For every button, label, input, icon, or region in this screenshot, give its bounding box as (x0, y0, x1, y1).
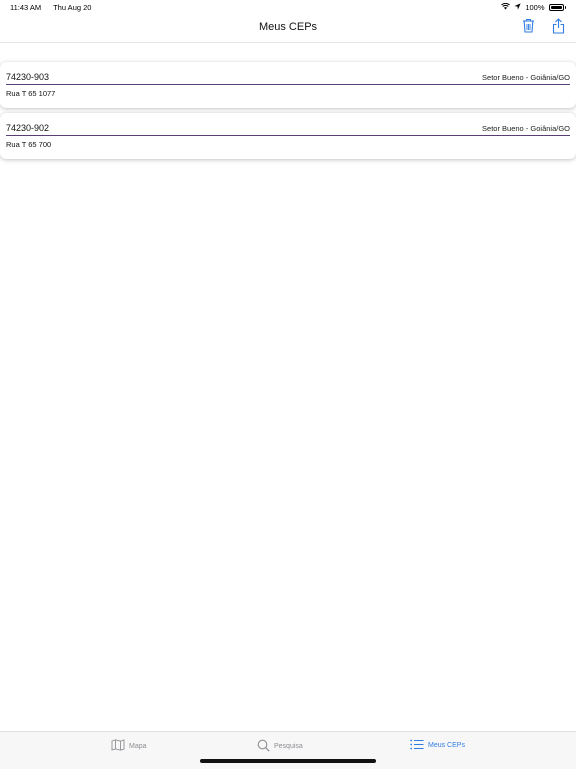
home-indicator (200, 759, 376, 763)
list-icon (410, 739, 424, 752)
cep-card[interactable]: 74230-902 Setor Bueno - Goiânia/GO Rua T… (0, 113, 576, 159)
card-divider (6, 84, 570, 85)
cep-code: 74230-902 (6, 123, 50, 133)
trash-icon (522, 18, 535, 38)
cep-street: Rua T 65 1077 (6, 89, 56, 98)
cep-region: Setor Bueno - Goiânia/GO (482, 73, 570, 82)
cep-card[interactable]: 74230-903 Setor Bueno - Goiânia/GO Rua T… (0, 62, 576, 108)
cep-street: Rua T 65 700 (6, 140, 52, 149)
cep-list: 74230-903 Setor Bueno - Goiânia/GO Rua T… (0, 62, 576, 164)
tab-label: Meus CEPs (428, 742, 465, 749)
tab-pesquisa[interactable]: Pesquisa (257, 739, 303, 754)
map-icon (111, 739, 125, 753)
tab-label: Mapa (129, 742, 147, 750)
share-button[interactable] (549, 17, 567, 39)
wifi-icon (501, 2, 511, 12)
battery-icon (548, 4, 566, 11)
page-title: Meus CEPs (258, 21, 318, 33)
search-icon (257, 739, 270, 754)
status-date: Thu Aug 20 (53, 3, 92, 12)
tab-label: Pesquisa (274, 743, 303, 750)
battery-percent: 100% (525, 3, 545, 12)
tab-bar: Mapa Pesquisa Meus CEPs (0, 731, 576, 769)
status-left: 11:43 AM Thu Aug 20 (10, 3, 101, 12)
location-arrow-icon (514, 3, 521, 12)
cep-code: 74230-903 (6, 72, 50, 82)
card-divider (6, 135, 570, 136)
tab-meus-ceps[interactable]: Meus CEPs (410, 739, 465, 752)
cep-region: Setor Bueno - Goiânia/GO (482, 124, 570, 133)
status-bar: 11:43 AM Thu Aug 20 100% (0, 0, 576, 14)
delete-all-button[interactable] (519, 19, 537, 37)
status-time: 11:43 AM (10, 3, 42, 12)
navigation-bar: Meus CEPs (0, 14, 576, 43)
share-icon (552, 17, 565, 39)
tab-mapa[interactable]: Mapa (111, 739, 147, 753)
status-right: 100% (501, 2, 566, 12)
